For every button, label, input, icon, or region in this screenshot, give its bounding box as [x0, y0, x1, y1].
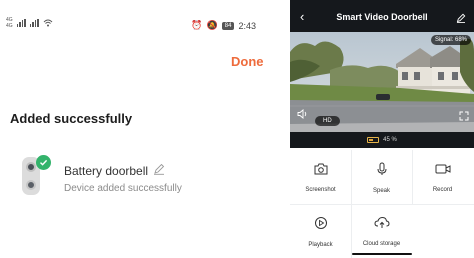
- battery-icon: [367, 137, 380, 143]
- edit-name-icon[interactable]: [153, 163, 165, 178]
- fullscreen-icon[interactable]: [459, 108, 469, 126]
- battery-status: 45 %: [290, 132, 474, 148]
- speak-action[interactable]: Speak: [351, 150, 412, 204]
- network-type-indicator: 4G 4G: [6, 17, 13, 29]
- device-added-message: Device added successfully: [64, 183, 182, 194]
- device-title: Smart Video Doorbell: [336, 12, 428, 22]
- playback-action[interactable]: Playback: [290, 204, 351, 258]
- quality-toggle[interactable]: HD: [315, 116, 340, 126]
- action-label: Speak: [372, 188, 390, 194]
- grid-divider: [290, 204, 474, 205]
- cloud-storage-icon: [373, 216, 390, 234]
- video-record-icon: [435, 162, 451, 180]
- microphone-icon: [376, 162, 388, 181]
- action-label: Screenshot: [305, 187, 336, 193]
- check-icon: [36, 155, 51, 170]
- clock: 2:43: [238, 20, 256, 31]
- battery-indicator: 84: [221, 21, 235, 30]
- camera-icon: [314, 162, 328, 180]
- alarm-icon: ⏰: [191, 20, 203, 30]
- speaker-icon[interactable]: [297, 106, 308, 124]
- screen: 4G 4G ⏰ 🔕 84 2:43 Done Added successfull…: [0, 0, 474, 258]
- device-name: Battery doorbell: [64, 163, 149, 178]
- done-button[interactable]: Done: [231, 54, 264, 69]
- cloud-storage-action[interactable]: Cloud storage: [351, 204, 412, 258]
- device-name-row: Battery doorbell: [64, 163, 165, 178]
- edit-icon[interactable]: [456, 10, 466, 28]
- grid-divider: [412, 150, 413, 204]
- live-video-feed[interactable]: Signal: 68% HD: [290, 32, 474, 132]
- playback-icon: [314, 216, 328, 235]
- action-label: Cloud storage: [362, 241, 401, 247]
- screenshot-action[interactable]: Screenshot: [290, 150, 351, 204]
- page-title: Added successfully: [10, 111, 133, 126]
- battery-percent: 45 %: [383, 137, 397, 143]
- signal-strength-badge: Signal: 68%: [430, 35, 471, 45]
- network-type-bottom: 4G: [6, 23, 13, 29]
- home-indicator: [352, 253, 412, 255]
- wifi-icon: [43, 19, 53, 27]
- status-bar-left: 4G 4G: [6, 17, 53, 29]
- top-bar: ‹ Smart Video Doorbell: [290, 0, 474, 32]
- mute-icon: 🔕: [206, 20, 218, 30]
- status-bar-right: ⏰ 🔕 84 2:43: [191, 20, 256, 31]
- action-label: Playback: [308, 242, 333, 248]
- cell-signal-icon-2: [29, 19, 39, 27]
- action-label: Record: [432, 187, 453, 193]
- cell-signal-icon: [16, 19, 26, 27]
- added-device-screen: 4G 4G ⏰ 🔕 84 2:43 Done Added successfull…: [0, 0, 290, 258]
- record-action[interactable]: Record: [412, 150, 473, 204]
- doorbell-live-screen: ‹ Smart Video Doorbell Signal: 68% HD 45…: [290, 0, 474, 258]
